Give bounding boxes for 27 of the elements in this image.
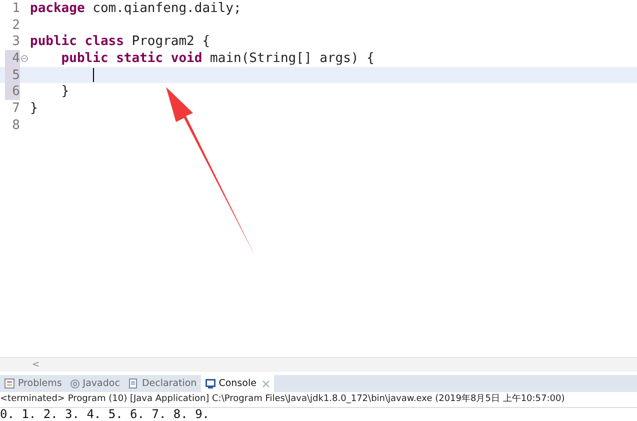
document-icon [128,378,139,390]
panel-tab[interactable]: Javadoc [66,375,124,392]
console-output: 0. 1. 2. 3. 4. 5. 6. 7. 8. 9. [0,408,211,421]
problems-icon [4,378,15,390]
panel-tab[interactable]: Declaration [124,375,201,392]
code-text: } [30,100,38,116]
console-icon [204,378,216,390]
scroll-left-arrow[interactable]: < [32,360,40,370]
horizontal-scrollbar[interactable]: < [0,357,637,372]
code-text: } [60,84,70,100]
close-icon[interactable] [262,380,270,388]
panel-tab[interactable]: Console [200,375,274,392]
line-number: 6 [11,84,20,100]
line-number: 7 [11,100,20,116]
console-status-text: <terminated> Program (10) [Java Application] C:\Program Files\Java\jdk1.8.0_172\bin\javaw.exe (2019年8月5日 上午10:57:00) [0,392,637,408]
code-text: public static void main(String[] args) { [60,50,374,66]
collapse-icon[interactable] [21,55,28,62]
code-text: public class Program2 { [30,34,210,50]
line-number: 2 [11,18,20,33]
line-number: 1 [11,0,20,16]
line-number: 8 [11,118,20,133]
line-number: 5 [11,68,20,83]
line-number: 4 [11,50,20,66]
text-cursor [92,68,94,82]
line-number: 3 [11,34,20,50]
panel-tab[interactable]: Problems [0,375,66,392]
code-text: package com.qianfeng.daily; [30,0,242,16]
